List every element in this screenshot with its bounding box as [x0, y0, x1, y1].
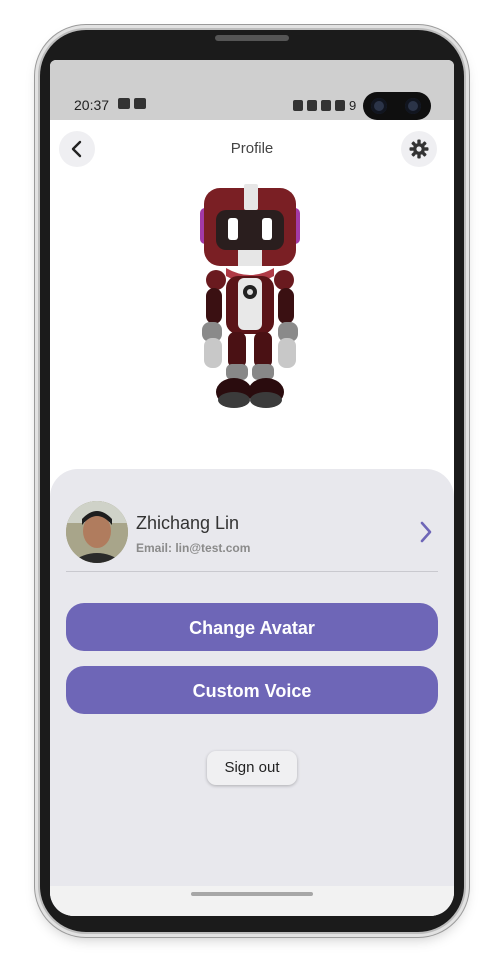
status-icons-right: 9: [293, 98, 356, 113]
gear-icon: [409, 139, 429, 159]
mute-icon: [307, 100, 317, 111]
status-time: 20:37: [74, 97, 110, 113]
gesture-bar: [50, 886, 454, 916]
screen: 20:37 9 Profile Zhichang Lin Email: lin@…: [50, 60, 454, 916]
divider: [66, 571, 438, 572]
user-email: Email: lin@test.com: [136, 541, 251, 555]
camera-lens: [405, 98, 421, 114]
robot-avatar-image: [200, 184, 300, 408]
user-info-row[interactable]: Zhichang Lin Email: lin@test.com: [66, 499, 438, 569]
app-header: Profile: [50, 120, 454, 180]
avatar: [66, 501, 128, 563]
status-icons-left: [118, 98, 146, 109]
robot-avatar: [190, 182, 310, 412]
custom-voice-button[interactable]: Custom Voice: [66, 666, 438, 714]
teams-icon: [134, 98, 146, 109]
profile-card: Zhichang Lin Email: lin@test.com Change …: [50, 469, 454, 916]
phone-frame: 20:37 9 Profile Zhichang Lin Email: lin@…: [40, 30, 464, 932]
alarm-icon: [293, 100, 303, 111]
settings-button[interactable]: [401, 131, 437, 167]
camera-cutout: [363, 92, 431, 120]
page-title: Profile: [230, 140, 274, 157]
signal-icon: [335, 100, 345, 111]
change-avatar-button[interactable]: Change Avatar: [66, 603, 438, 651]
gallery-icon: [118, 98, 130, 109]
camera-lens: [371, 98, 387, 114]
speaker-grille: [215, 35, 289, 41]
sign-out-button[interactable]: Sign out: [207, 751, 297, 785]
status-bar: 20:37 9: [50, 60, 454, 120]
user-name: Zhichang Lin: [136, 513, 240, 533]
4g-icon: [321, 100, 331, 111]
home-indicator[interactable]: [191, 892, 313, 896]
user-photo-image: [66, 501, 128, 563]
chevron-right-icon: [420, 521, 432, 543]
battery-level: 9: [349, 98, 357, 113]
